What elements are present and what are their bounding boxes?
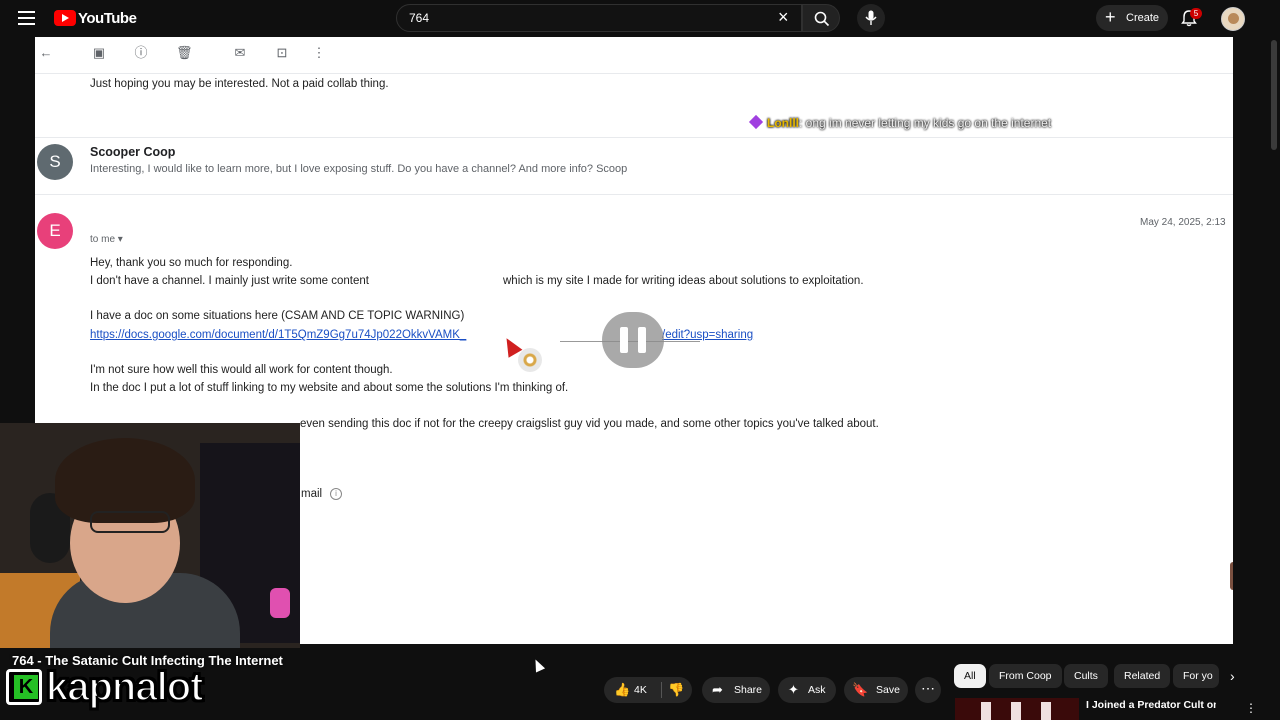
bookmark-icon: 🔖 <box>852 682 869 697</box>
mic-icon <box>865 10 877 25</box>
body-line-6: even sending this doc if not for the cre… <box>300 418 879 430</box>
sender-name: Scooper Coop <box>90 145 176 159</box>
delete-icon: 🗑 <box>176 45 193 60</box>
watermark-text: kapnalot <box>45 664 204 710</box>
top-bar: YouTube 764 × + Create 5 <box>0 0 1280 37</box>
mark-unread-icon: ✉ <box>234 45 246 60</box>
body-line-1: Hey, thank you so much for responding. <box>90 257 293 269</box>
live-chat-overlay: Lonlll: ong im never letting my kids go … <box>748 114 1052 130</box>
chip-from-coop[interactable]: From Coop <box>989 664 1062 688</box>
footer-text: mail <box>301 488 323 500</box>
sender-avatar-s: S <box>37 144 73 180</box>
body-line-2b: which is my site I made for writing idea… <box>503 275 864 287</box>
pink-object <box>270 588 290 618</box>
chip-cults[interactable]: Cults <box>1064 664 1108 688</box>
pause-icon[interactable] <box>602 312 664 368</box>
chip-for-you[interactable]: For yo <box>1173 664 1219 688</box>
sparkle-icon: ✦ <box>788 682 799 697</box>
create-button[interactable]: + Create <box>1096 5 1168 31</box>
report-spam-icon: ⓘ <box>134 45 148 60</box>
k-logo-icon <box>6 669 42 705</box>
streamer-glasses <box>90 511 170 533</box>
body-line-5: In the doc I put a lot of stuff linking … <box>90 382 569 394</box>
voice-search-button[interactable] <box>857 4 885 32</box>
message-divider-2 <box>35 194 1233 195</box>
sender-avatar-e: E <box>37 213 73 249</box>
youtube-brand[interactable]: YouTube <box>78 10 137 27</box>
info-icon: i <box>330 488 342 500</box>
ask-label: Ask <box>808 684 826 696</box>
save-label: Save <box>876 684 900 696</box>
share-label: Share <box>734 684 763 696</box>
side-avatar-thumbnail <box>1230 562 1233 590</box>
message-divider <box>35 137 1233 138</box>
like-divider <box>661 682 662 698</box>
notification-count-badge: 5 <box>1190 8 1202 19</box>
pointer-cursor-icon <box>530 657 546 673</box>
more-actions-button[interactable]: ⋯ <box>915 677 941 703</box>
chat-user: Lonlll <box>767 116 799 130</box>
create-label: Create <box>1126 12 1160 24</box>
like-icon[interactable]: 👍 <box>614 682 630 698</box>
archive-icon: ▣ <box>92 45 106 60</box>
account-avatar[interactable] <box>1221 7 1245 31</box>
more-options-icon: ⋮ <box>312 45 326 60</box>
search-input[interactable]: 764 <box>396 4 802 32</box>
toolbar-divider <box>35 73 1233 74</box>
like-dislike-group: 👍 4K 👎 <box>604 677 692 703</box>
page-scrollbar-thumb[interactable] <box>1271 40 1277 150</box>
ask-button[interactable]: ✦ Ask <box>778 677 836 703</box>
webcam-overlay <box>0 423 300 648</box>
recommendation-title[interactable]: I Joined a Predator Cult on Roblox <box>1086 699 1216 711</box>
share-icon: ➦ <box>712 682 723 697</box>
doc-link-start[interactable]: https://docs.google.com/document/d/1T5Qm… <box>90 329 466 341</box>
recommendation-menu-icon[interactable]: ⋮ <box>1245 701 1257 715</box>
menu-icon[interactable] <box>18 11 35 25</box>
body-line-2a: I don't have a channel. I mainly just wr… <box>90 275 369 287</box>
doc-link-end[interactable]: /edit?usp=sharing <box>662 329 753 341</box>
chevron-right-icon[interactable]: › <box>1230 668 1235 684</box>
message-snippet: Interesting, I would like to learn more,… <box>90 163 628 175</box>
dislike-icon[interactable]: 👎 <box>668 682 684 698</box>
message-date: May 24, 2025, 2:13 <box>1140 217 1226 228</box>
recommendation-thumbnail[interactable] <box>955 698 1079 720</box>
back-arrow-icon: ← <box>39 45 53 60</box>
chip-all[interactable]: All <box>954 664 986 688</box>
move-to-icon: ⊡ <box>276 45 288 60</box>
recipient-dropdown: to me ▾ <box>90 234 123 245</box>
search-icon <box>814 11 830 27</box>
body-line-3: I have a doc on some situations here (CS… <box>90 310 465 322</box>
youtube-logo-icon[interactable] <box>54 10 76 26</box>
search-value: 764 <box>409 11 430 25</box>
chat-badge-icon <box>748 114 764 130</box>
like-count[interactable]: 4K <box>634 684 647 696</box>
share-button[interactable]: ➦ Share <box>702 677 770 703</box>
email-top-line: Just hoping you may be interested. Not a… <box>90 78 389 90</box>
save-button[interactable]: 🔖 Save <box>844 677 908 703</box>
body-line-4: I'm not sure how well this would all wor… <box>90 364 393 376</box>
plus-icon: + <box>1105 7 1116 27</box>
chat-message: : ong im never letting my kids go on the… <box>799 116 1052 130</box>
loading-cd-icon <box>518 348 542 372</box>
clear-search-icon[interactable]: × <box>778 8 792 26</box>
search-button[interactable] <box>802 4 840 32</box>
recipient-label: to me <box>90 234 116 245</box>
chip-related[interactable]: Related <box>1114 664 1171 688</box>
